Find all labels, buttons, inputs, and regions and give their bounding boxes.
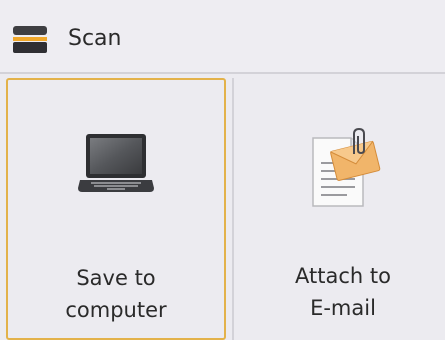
tile-label-line: Attach to <box>295 264 391 288</box>
laptop-icon <box>78 134 154 192</box>
page-title: Scan <box>68 26 122 51</box>
scanner-icon <box>13 26 47 53</box>
save-to-computer-label: Save to computer <box>8 262 224 326</box>
attach-to-email-label: Attach to E-mail <box>234 260 445 324</box>
scan-screen: Scan Save to computer Attach to E-mail <box>0 0 445 340</box>
save-to-computer-tile[interactable]: Save to computer <box>6 78 226 340</box>
email-attachment-icon <box>312 128 381 207</box>
scan-options: Save to computer Attach to E-mail <box>0 74 445 340</box>
header-bar: Scan <box>0 0 445 74</box>
tile-label-line: computer <box>65 298 167 322</box>
tile-label-line: Save to <box>76 266 156 290</box>
attach-to-email-tile[interactable]: Attach to E-mail <box>232 78 445 340</box>
tile-label-line: E-mail <box>310 296 376 320</box>
